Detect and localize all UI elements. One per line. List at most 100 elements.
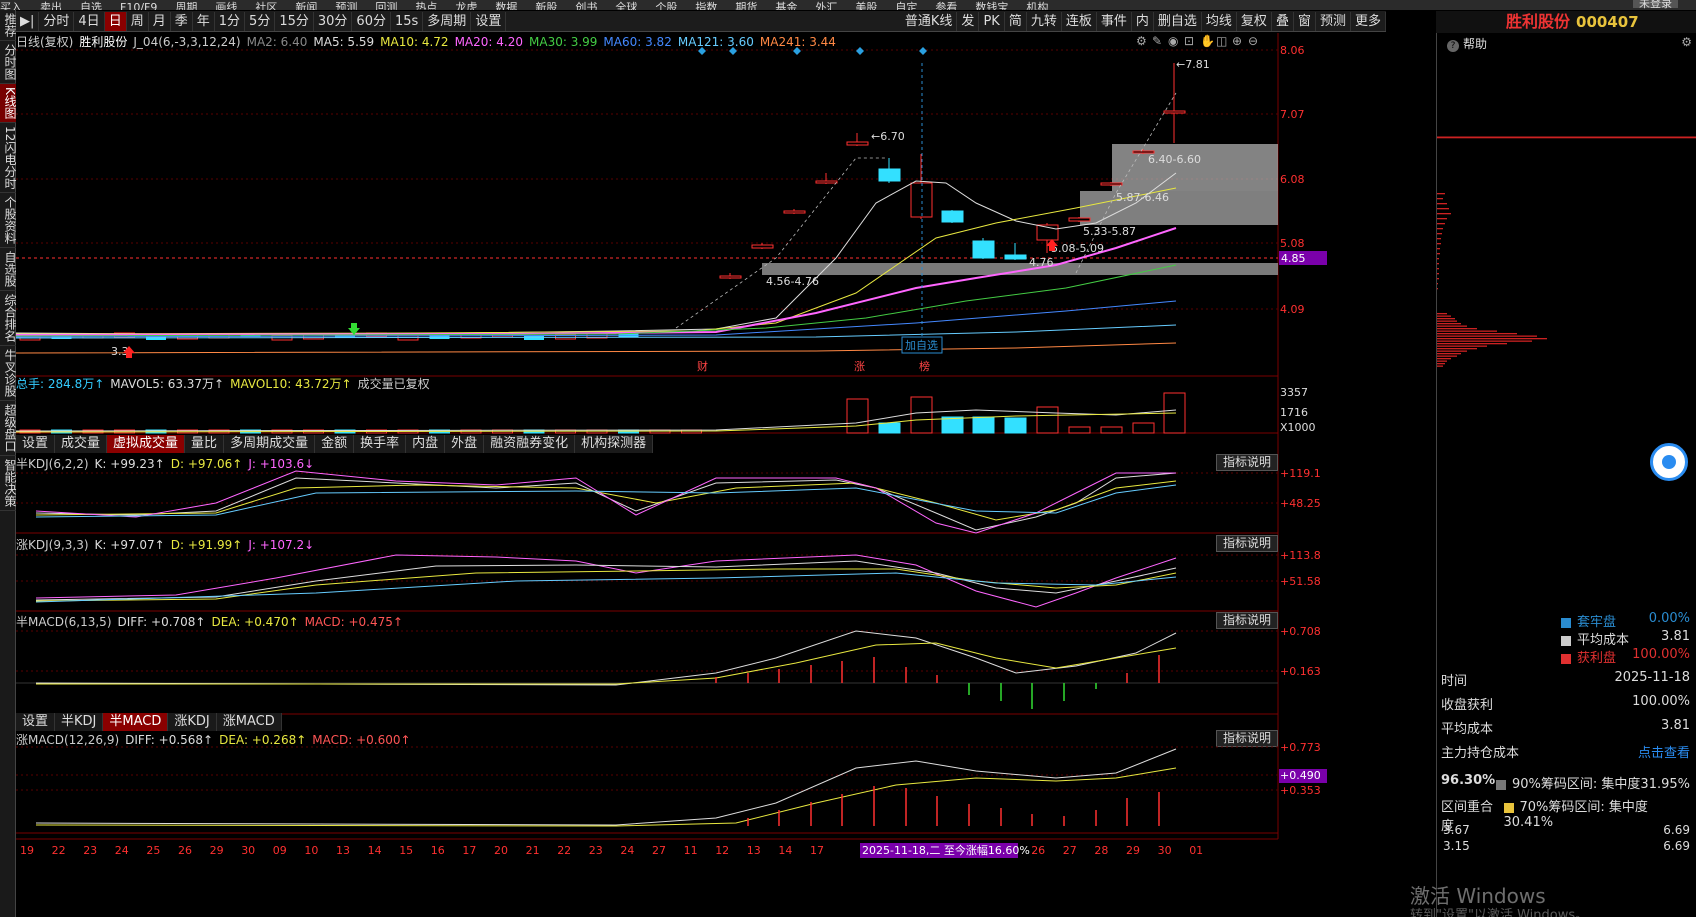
sidebar-tab[interactable]: 分时图 [0, 41, 17, 84]
period-button[interactable]: 多周期 [423, 11, 472, 31]
chip-info-value[interactable]: 点击查看 [1638, 742, 1690, 761]
top-menu-item[interactable]: 个股 [655, 2, 677, 10]
toolbar-option-button[interactable]: 发 [957, 11, 980, 31]
toolbar-option-button[interactable]: 更多 [1351, 11, 1386, 31]
period-button[interactable]: 15分 [275, 11, 314, 31]
toolbar-option-button[interactable]: 内 [1132, 11, 1154, 31]
toolbar-option-button[interactable]: 均线 [1202, 11, 1237, 31]
toolbar-option-button[interactable]: 事件 [1097, 11, 1132, 31]
chart-tool-icon[interactable]: ◉ [1168, 34, 1178, 48]
top-menu-item[interactable]: 数钱宝 [975, 2, 1008, 10]
period-button[interactable]: 分时 [39, 11, 75, 31]
top-menu-item[interactable]: 期货 [735, 2, 757, 10]
toolbar-option-button[interactable]: 简 [1005, 11, 1027, 31]
sidebar-tab[interactable]: K线图 [0, 84, 17, 123]
top-menu-item[interactable]: 自选 [80, 2, 102, 10]
chart-tool-icon[interactable]: ⊡ [1184, 34, 1194, 48]
period-button[interactable]: 30分 [314, 11, 353, 31]
indicator-tab[interactable]: 半MACD [103, 713, 169, 731]
top-menu-item[interactable]: 热点 [415, 2, 437, 10]
toolbar-option-button[interactable]: 叠 [1272, 11, 1294, 31]
top-menu-item[interactable]: 自定 [895, 2, 917, 10]
sidebar-tab[interactable]: 超级盘口 [0, 401, 17, 457]
chart-svg[interactable]: 8.06 7.07 6.08 5.08 4.09 4.85 日线(复权) 胜利股份 J_04(6… [15, 33, 1436, 917]
toolbar-option-button[interactable]: 预测 [1316, 11, 1351, 31]
volume-tab[interactable]: 机构探测器 [575, 435, 654, 453]
period-button[interactable]: 1分 [215, 11, 246, 31]
sidebar-tab[interactable]: 牛叉诊股 [0, 346, 17, 402]
volume-tab[interactable]: 融资融券变化 [484, 435, 576, 453]
sidebar-tab[interactable]: 综合排名 [0, 291, 17, 347]
period-button[interactable]: 日 [104, 11, 127, 31]
volume-tab[interactable]: 量比 [185, 435, 225, 453]
top-menu-item[interactable]: 新闻 [295, 2, 317, 10]
period-button[interactable]: 60分 [352, 11, 391, 31]
login-status[interactable]: 未登录 [1633, 0, 1678, 9]
chart-tool-icon[interactable]: ⚙ [1136, 34, 1147, 48]
top-menu-item[interactable]: 指数 [695, 2, 717, 10]
indicator-tab[interactable]: 涨MACD [216, 713, 282, 731]
toolbar-option-button[interactable]: 删自选 [1154, 11, 1202, 31]
chart-tool-icon[interactable]: ✋ [1200, 34, 1215, 48]
chart-area[interactable]: 8.06 7.07 6.08 5.08 4.09 4.85 日线(复权) 胜利股份 J_04(6… [15, 33, 1436, 917]
top-menu-item[interactable]: 周期 [175, 2, 197, 10]
period-button[interactable]: 年 [193, 11, 215, 31]
top-menu-item[interactable]: 新股 [535, 2, 557, 10]
help-link[interactable]: ? 帮助 [1447, 35, 1487, 52]
chart-tool-icon[interactable]: ⊖ [1248, 34, 1258, 48]
toolbar-option-button[interactable]: 复权 [1237, 11, 1272, 31]
sidebar-tab[interactable]: 12闪电分时 [0, 123, 17, 194]
indicator-help-button[interactable]: 指标说明 [1216, 612, 1278, 629]
top-menu-item[interactable]: 参看 [935, 2, 957, 10]
toolbar-option-button[interactable]: 窗 [1294, 11, 1316, 31]
volume-tab[interactable]: 金额 [315, 435, 355, 453]
period-button[interactable]: 5分 [245, 11, 276, 31]
toolbar-option-button[interactable]: 普通K线 [901, 11, 958, 31]
indicator-tab[interactable]: 半KDJ [55, 713, 104, 731]
period-button[interactable]: 4日 [74, 11, 105, 31]
chart-tool-icon[interactable]: ⊕ [1232, 34, 1242, 48]
top-menu-item[interactable]: F10/F9 [120, 2, 157, 10]
toolbar-option-button[interactable]: 九转 [1027, 11, 1062, 31]
top-menu-item[interactable]: 回测 [375, 2, 397, 10]
top-menu-item[interactable]: 社区 [255, 2, 277, 10]
indicator-tab[interactable]: 涨KDJ [168, 713, 217, 731]
volume-tab[interactable]: 多周期成交量 [224, 435, 316, 453]
volume-tab[interactable]: 换手率 [354, 435, 407, 453]
top-menu-item[interactable]: 卖出 [40, 2, 62, 10]
volume-tab[interactable]: 内盘 [406, 435, 446, 453]
gear-icon[interactable]: ⚙ [1681, 35, 1692, 49]
indicator-help-button[interactable]: 指标说明 [1216, 535, 1278, 552]
period-button[interactable]: 周 [127, 11, 149, 31]
indicator-tab[interactable]: 设置 [16, 713, 56, 731]
top-menu-item[interactable]: 创书 [575, 2, 597, 10]
period-button[interactable]: 季 [171, 11, 193, 31]
period-button[interactable]: 设置 [471, 11, 507, 31]
volume-tab[interactable]: 设置 [16, 435, 56, 453]
top-menu-item[interactable]: 外汇 [815, 2, 837, 10]
top-menu-item[interactable]: 机构 [1026, 2, 1048, 10]
toolbar-option-button[interactable]: PK [979, 11, 1005, 31]
top-menu-item[interactable]: 全球 [615, 2, 637, 10]
toolbar-menu-icon[interactable]: ▶| [16, 11, 40, 31]
chart-tool-icon[interactable]: ◫ [1216, 34, 1227, 48]
top-menu-item[interactable]: 美股 [855, 2, 877, 10]
top-menu-item[interactable]: 龙虎 [455, 2, 477, 10]
sidebar-tab[interactable]: 自选股 [0, 248, 17, 292]
indicator-help-button[interactable]: 指标说明 [1216, 730, 1278, 747]
period-button[interactable]: 15s [391, 11, 424, 31]
chart-tool-icon[interactable]: ✎ [1152, 34, 1162, 48]
sidebar-tab[interactable]: 推荐 [0, 10, 17, 41]
volume-tab[interactable]: 虚拟成交量 [107, 435, 186, 453]
top-menu-item[interactable]: 基金 [775, 2, 797, 10]
assistant-float-button[interactable] [1650, 443, 1688, 481]
top-menu-item[interactable]: 画线 [215, 2, 237, 10]
top-menu-item[interactable]: 数据 [495, 2, 517, 10]
toolbar-option-button[interactable]: 连板 [1062, 11, 1097, 31]
top-menu-item[interactable]: 预测 [335, 2, 357, 10]
period-button[interactable]: 月 [149, 11, 171, 31]
indicator-help-button[interactable]: 指标说明 [1216, 454, 1278, 471]
sidebar-tab[interactable]: 智能决策 [0, 456, 17, 512]
volume-tab[interactable]: 成交量 [55, 435, 108, 453]
volume-tab[interactable]: 外盘 [445, 435, 485, 453]
